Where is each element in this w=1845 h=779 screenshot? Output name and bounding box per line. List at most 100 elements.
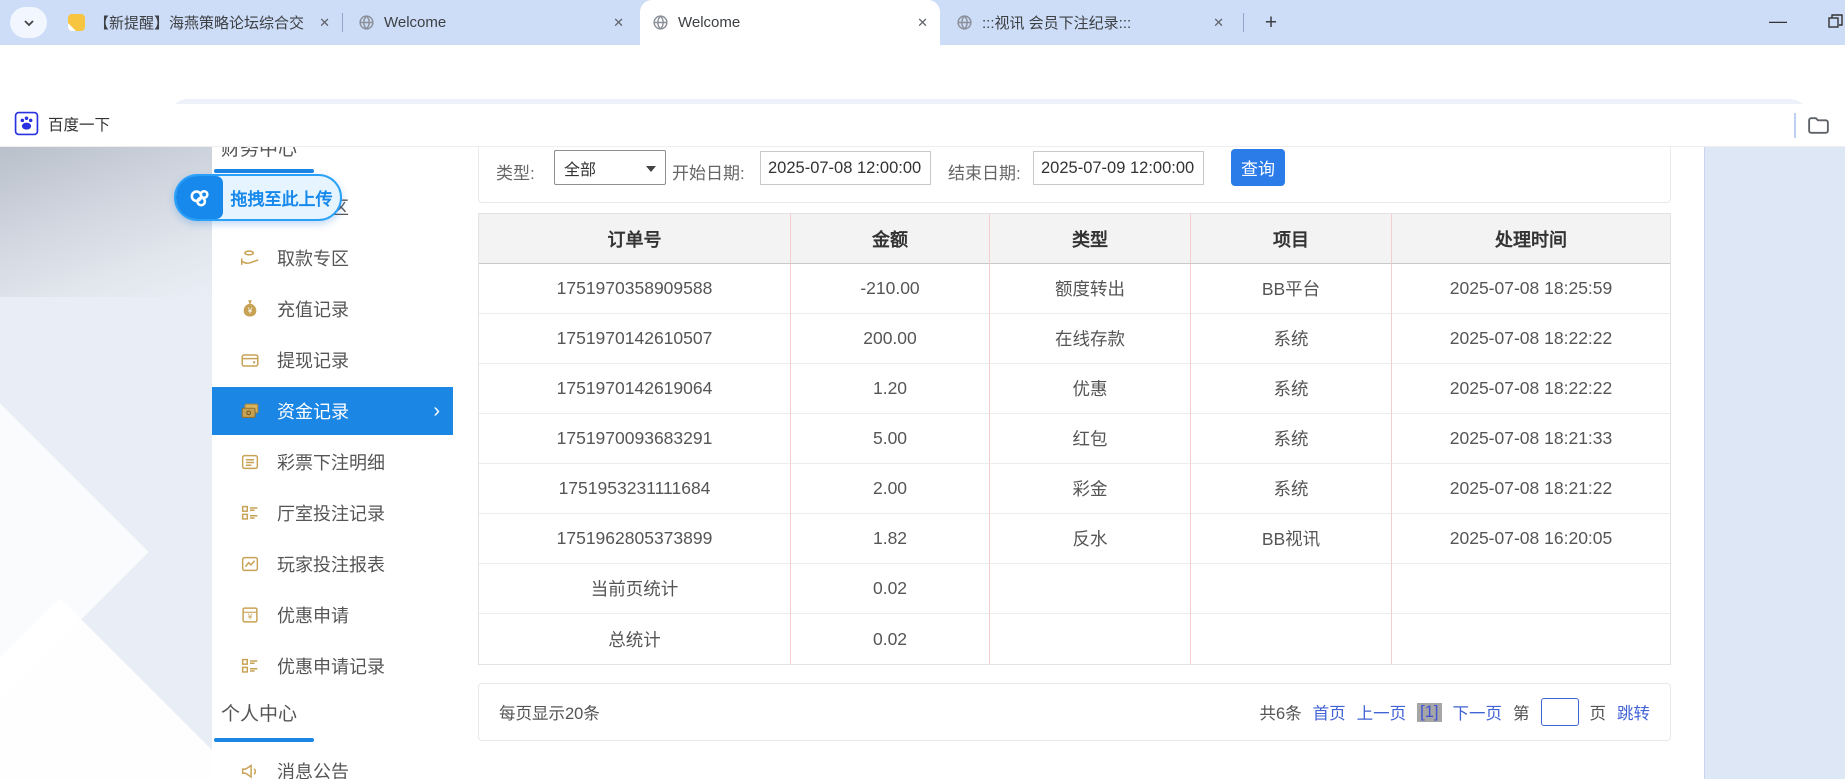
table-body: 1751970358909588-210.00额度转出BB平台2025-07-0… [479,264,1670,664]
table-cell: 在线存款 [990,314,1191,364]
chevron-down-icon [22,16,36,30]
page-jump-prefix: 第 [1513,700,1530,724]
other-bookmarks-folder[interactable] [1806,113,1831,143]
jump-link[interactable]: 跳转 [1617,700,1650,724]
globe-icon [956,14,973,31]
tab-close-icon[interactable]: ✕ [917,15,928,31]
new-tab-button[interactable]: + [1256,8,1286,38]
grid-list-icon [239,655,261,677]
sidebar-section-finance: 财务中心 [221,147,297,161]
column-header: 类型 [990,214,1191,264]
table-cell: BB视讯 [1191,514,1392,564]
table-cell [1191,564,1392,614]
sidebar-item-label: 消息公告 [277,758,349,779]
table-cell [990,614,1191,664]
table-row: 17519700936832915.00红包系统2025-07-08 18:21… [479,414,1670,464]
baidu-netdisk-logo-icon [176,176,223,219]
next-page-link[interactable]: 下一页 [1453,700,1503,724]
table-cell: 系统 [1191,464,1392,514]
browser-toolbar: js13.cc/hhcp/usercenter.html?iniType=6 ☆ [0,45,1845,104]
table-cell: 200.00 [791,314,990,364]
type-filter-label: 类型: [496,159,535,184]
bookmark-baidu[interactable]: 百度一下 [14,111,110,136]
sidebar-section-personal: 个人中心 [221,699,297,726]
tab-search-button[interactable] [10,7,47,38]
per-page-label: 每页显示20条 [499,700,600,724]
prev-page-link[interactable]: 上一页 [1357,700,1407,724]
tab-separator [1243,13,1244,32]
funds-records-table: 订单号 金额 类型 项目 处理时间 1751970358909588-210.0… [478,213,1671,665]
table-cell: 1.20 [791,364,990,414]
money-bag-icon: ¥ [239,298,261,320]
page-number-input[interactable] [1541,698,1579,726]
table-row: 17519532311116842.00彩金系统2025-07-08 18:21… [479,464,1670,514]
page-content: 财务中心 存款专区 取款专区 ¥ 充值记录 提现记录 资金记录 › 彩票下注明细 [0,147,1845,779]
filter-bar: 类型: 全部 开始日期: 2025-07-08 12:00:00 结束日期: 2… [478,147,1671,203]
table-cell: 当前页统计 [479,564,791,614]
table-cell: 2025-07-08 18:22:22 [1392,364,1670,414]
table-cell: 2025-07-08 18:21:22 [1392,464,1670,514]
sidebar-item-label: 彩票下注明细 [277,449,385,475]
start-date-label: 开始日期: [672,159,745,184]
browser-tab-2[interactable]: Welcome ✕ [346,0,636,45]
ticket-icon: ¥ [239,604,261,626]
sidebar-item-promo-records[interactable]: 优惠申请记录 [212,642,453,690]
column-header: 金额 [791,214,990,264]
sidebar-item-label: 充值记录 [277,296,349,322]
column-header: 项目 [1191,214,1392,264]
total-count-label: 共6条 [1259,700,1301,724]
sidebar-item-announcements[interactable]: 消息公告 [212,747,453,779]
start-date-value: 2025-07-08 12:00:00 [768,159,921,178]
browser-tab-3-active[interactable]: Welcome ✕ [640,0,940,45]
sidebar-item-withdraw-zone[interactable]: 取款专区 [212,234,453,282]
upload-overlay-label: 拖拽至此上传 [223,185,340,210]
bookmarks-separator [1794,113,1796,138]
table-row: 17519628053738991.82反水BB视讯2025-07-08 16:… [479,514,1670,564]
tab-title: 【新提醒】海燕策略论坛综合交 [94,12,310,33]
chart-icon [239,553,261,575]
table-cell: 2025-07-08 18:25:59 [1392,264,1670,314]
type-select[interactable]: 全部 [554,150,666,185]
window-minimize-button[interactable]: — [1755,0,1801,42]
start-date-input[interactable]: 2025-07-08 12:00:00 [760,151,931,185]
svg-text:¥: ¥ [247,307,253,316]
end-date-value: 2025-07-09 12:00:00 [1041,159,1194,178]
first-page-link[interactable]: 首页 [1313,700,1346,724]
pagination: 共6条 首页 上一页 [1] 下一页 第 页 跳转 [1259,698,1650,726]
tab-close-icon[interactable]: ✕ [319,15,330,31]
sidebar-item-recharge-records[interactable]: ¥ 充值记录 [212,285,453,333]
table-cell [1392,564,1670,614]
baidu-paw-icon [14,111,39,136]
tab-close-icon[interactable]: ✕ [1213,15,1224,31]
table-cell: 1751970358909588 [479,264,791,314]
globe-icon [358,14,375,31]
sidebar-item-withdrawal-records[interactable]: 提现记录 [212,336,453,384]
table-cell: BB平台 [1191,264,1392,314]
section-underline [214,738,314,742]
sidebar-item-funds-records[interactable]: 资金记录 › [212,387,453,435]
browser-tab-4[interactable]: :::视讯 会员下注纪录::: ✕ [944,0,1236,45]
baidu-netdisk-upload-overlay[interactable]: 拖拽至此上传 [174,174,342,221]
table-cell: 2025-07-08 18:21:33 [1392,414,1670,464]
search-button[interactable]: 查询 [1231,149,1285,186]
sidebar-item-label: 优惠申请 [277,602,349,628]
end-date-input[interactable]: 2025-07-09 12:00:00 [1033,151,1204,185]
sidebar-item-room-bet-records[interactable]: 厅室投注记录 [212,489,453,537]
megaphone-icon [239,760,261,779]
table-cell: 2.00 [791,464,990,514]
table-cell [1191,614,1392,664]
svg-text:¥: ¥ [247,613,253,622]
sidebar-item-label: 玩家投注报表 [277,551,385,577]
sidebar-item-player-bet-report[interactable]: 玩家投注报表 [212,540,453,588]
grid-list-icon [239,502,261,524]
table-cell: 彩金 [990,464,1191,514]
window-restore-button[interactable] [1812,0,1845,42]
page-jump-suffix: 页 [1590,700,1607,724]
browser-tab-1[interactable]: 【新提醒】海燕策略论坛综合交 ✕ [56,0,342,45]
column-header: 订单号 [479,214,791,264]
bookmarks-bar: 百度一下 [0,104,1845,147]
tab-close-icon[interactable]: ✕ [613,15,624,31]
sidebar-item-lottery-bet-detail[interactable]: 彩票下注明细 [212,438,453,486]
sidebar-item-promo-apply[interactable]: ¥ 优惠申请 [212,591,453,639]
table-cell: 1751953231111684 [479,464,791,514]
